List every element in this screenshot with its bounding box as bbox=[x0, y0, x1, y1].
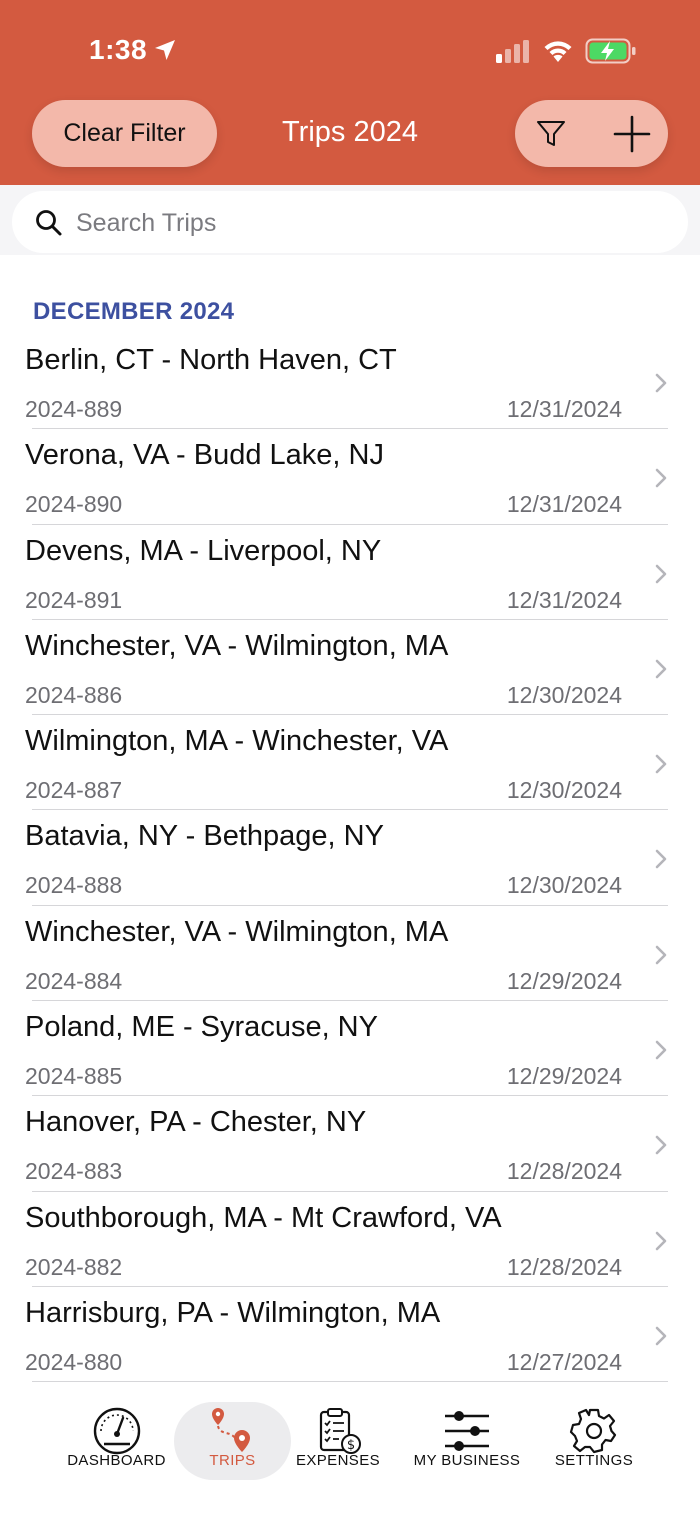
tab-dashboard-label: DASHBOARD bbox=[67, 1452, 166, 1469]
trip-date: 12/31/2024 bbox=[506, 396, 622, 422]
trip-date: 12/30/2024 bbox=[506, 681, 622, 708]
my-business-sliders-icon bbox=[445, 1411, 489, 1451]
trip-row[interactable]: Verona, VA - Budd Lake, NJ 2024-890 12/31/… bbox=[0, 429, 700, 525]
trip-id: 2024-887 bbox=[25, 777, 123, 804]
chevron-right-icon bbox=[655, 659, 667, 679]
plus-icon[interactable] bbox=[613, 115, 651, 153]
tab-trips[interactable]: TRIPS bbox=[174, 1392, 291, 1492]
trip-route: Berlin, CT - North Haven, CT bbox=[25, 344, 397, 376]
trip-route: Harrisburg, PA - Wilmington, MA bbox=[25, 1296, 441, 1329]
chevron-right-icon bbox=[655, 1326, 667, 1346]
trip-route: Hanover, PA - Chester, NY bbox=[25, 1106, 367, 1139]
search-input[interactable]: Search Trips bbox=[12, 191, 688, 253]
filter-icon[interactable] bbox=[535, 118, 567, 150]
trips-route-icon bbox=[211, 1408, 250, 1452]
chevron-right-icon bbox=[655, 850, 667, 869]
dashboard-gauge-icon bbox=[93, 1407, 140, 1455]
tab-expenses[interactable]: $ EXPENSES bbox=[282, 1392, 394, 1492]
search-area: Search Trips bbox=[0, 185, 700, 255]
trip-id: 2024-886 bbox=[25, 681, 123, 708]
trip-row[interactable]: Southborough, MA - Mt Crawford, VA 2024-8… bbox=[0, 1192, 700, 1287]
chevron-right-icon bbox=[655, 373, 667, 393]
trip-route: Poland, ME - Syracuse, NY bbox=[25, 1011, 378, 1044]
chevron-right-icon bbox=[655, 1040, 667, 1060]
trip-id: 2024-891 bbox=[25, 586, 123, 613]
trip-row[interactable]: Winchester, VA - Wilmington, MA 2024-886 1… bbox=[0, 620, 700, 716]
chevron-right-icon bbox=[655, 1231, 667, 1250]
clear-filter-button[interactable]: Clear Filter bbox=[32, 100, 217, 167]
settings-gear-icon bbox=[569, 1408, 617, 1454]
trip-date: 12/29/2024 bbox=[506, 1063, 622, 1090]
tab-my-business[interactable]: MY BUSINESS bbox=[404, 1392, 530, 1492]
battery-charging-icon bbox=[585, 38, 636, 64]
trip-route: Winchester, VA - Wilmington, MA bbox=[25, 915, 449, 948]
trip-id: 2024-884 bbox=[25, 967, 123, 994]
trip-route: Winchester, VA - Wilmington, MA bbox=[25, 629, 449, 662]
trip-date: 12/31/2024 bbox=[506, 586, 622, 613]
trip-row[interactable]: Wilmington, MA - Winchester, VA 2024-887 1… bbox=[0, 715, 700, 811]
trip-id: 2024-883 bbox=[25, 1158, 123, 1185]
trip-id: 2024-890 bbox=[25, 491, 123, 518]
chevron-right-icon bbox=[655, 564, 667, 583]
tab-settings-label: SETTINGS bbox=[554, 1452, 634, 1469]
trip-row[interactable]: Winchester, VA - Wilmington, MA 2024-884 1… bbox=[0, 906, 700, 1002]
page-title: Trips 2024 bbox=[282, 116, 418, 148]
tab-trips-label: TRIPS bbox=[209, 1452, 256, 1469]
trip-date: 12/31/2024 bbox=[506, 491, 622, 518]
expenses-clipboard-icon: $ bbox=[319, 1408, 361, 1454]
trip-route: Devens, MA - Liverpool, NY bbox=[25, 534, 382, 567]
trip-row[interactable]: Hanover, PA - Chester, NY 2024-883 12/28/2… bbox=[0, 1096, 700, 1192]
section-header: DECEMBER 2024 bbox=[33, 298, 235, 325]
tab-bar: DASHBOARD TRIPS $ EXPENSES MY BUSINESS S… bbox=[0, 1392, 700, 1521]
trip-row[interactable]: Berlin, CT - North Haven, CT 2024-889 12/3… bbox=[0, 334, 700, 430]
trip-row[interactable]: Batavia, NY - Bethpage, NY 2024-888 12/30/… bbox=[0, 810, 700, 906]
tab-expenses-label: EXPENSES bbox=[295, 1452, 381, 1469]
trip-row[interactable]: Devens, MA - Liverpool, NY 2024-891 12/31/… bbox=[0, 525, 700, 620]
wifi-icon bbox=[544, 41, 572, 62]
signal-icon bbox=[496, 40, 529, 63]
location-arrow-icon bbox=[155, 40, 175, 60]
trip-id: 2024-885 bbox=[25, 1063, 123, 1090]
search-placeholder: Search Trips bbox=[76, 209, 217, 237]
trip-id: 2024-888 bbox=[25, 872, 123, 899]
trip-route: Batavia, NY - Bethpage, NY bbox=[25, 820, 384, 853]
trip-id: 2024-882 bbox=[25, 1253, 123, 1280]
app-header: 1:38 Clear Filter Trips 2024 bbox=[0, 0, 700, 185]
chevron-right-icon bbox=[655, 1136, 667, 1155]
trip-date: 12/28/2024 bbox=[506, 1158, 622, 1185]
trip-route: Wilmington, MA - Winchester, VA bbox=[25, 725, 449, 758]
trip-date: 12/30/2024 bbox=[506, 777, 622, 804]
trip-list: Berlin, CT - North Haven, CT 2024-889 12/3… bbox=[0, 334, 700, 1383]
status-time: 1:38 bbox=[89, 34, 148, 65]
status-bar: 1:38 bbox=[0, 0, 700, 100]
trip-id: 2024-889 bbox=[25, 396, 123, 422]
chevron-right-icon bbox=[655, 945, 667, 965]
trip-row[interactable]: Poland, ME - Syracuse, NY 2024-885 12/29/2… bbox=[0, 1001, 700, 1097]
search-icon bbox=[36, 210, 62, 236]
trip-route: Southborough, MA - Mt Crawford, VA bbox=[25, 1201, 502, 1234]
tab-my-business-label: MY BUSINESS bbox=[413, 1452, 521, 1469]
trip-date: 12/30/2024 bbox=[506, 872, 622, 899]
tab-settings[interactable]: SETTINGS bbox=[541, 1392, 647, 1492]
chevron-right-icon bbox=[655, 754, 667, 774]
row-divider bbox=[32, 1381, 668, 1383]
trip-date: 12/29/2024 bbox=[506, 967, 622, 994]
tab-dashboard[interactable]: DASHBOARD bbox=[58, 1392, 175, 1492]
trip-id: 2024-880 bbox=[25, 1348, 123, 1375]
trip-date: 12/27/2024 bbox=[506, 1348, 622, 1375]
chevron-right-icon bbox=[655, 468, 667, 488]
header-actions bbox=[515, 100, 668, 167]
trip-date: 12/28/2024 bbox=[506, 1253, 622, 1280]
trip-route: Verona, VA - Budd Lake, NJ bbox=[25, 439, 384, 472]
svg-text:$: $ bbox=[347, 1438, 355, 1453]
trip-row[interactable]: Harrisburg, PA - Wilmington, MA 2024-880 1… bbox=[0, 1287, 700, 1383]
